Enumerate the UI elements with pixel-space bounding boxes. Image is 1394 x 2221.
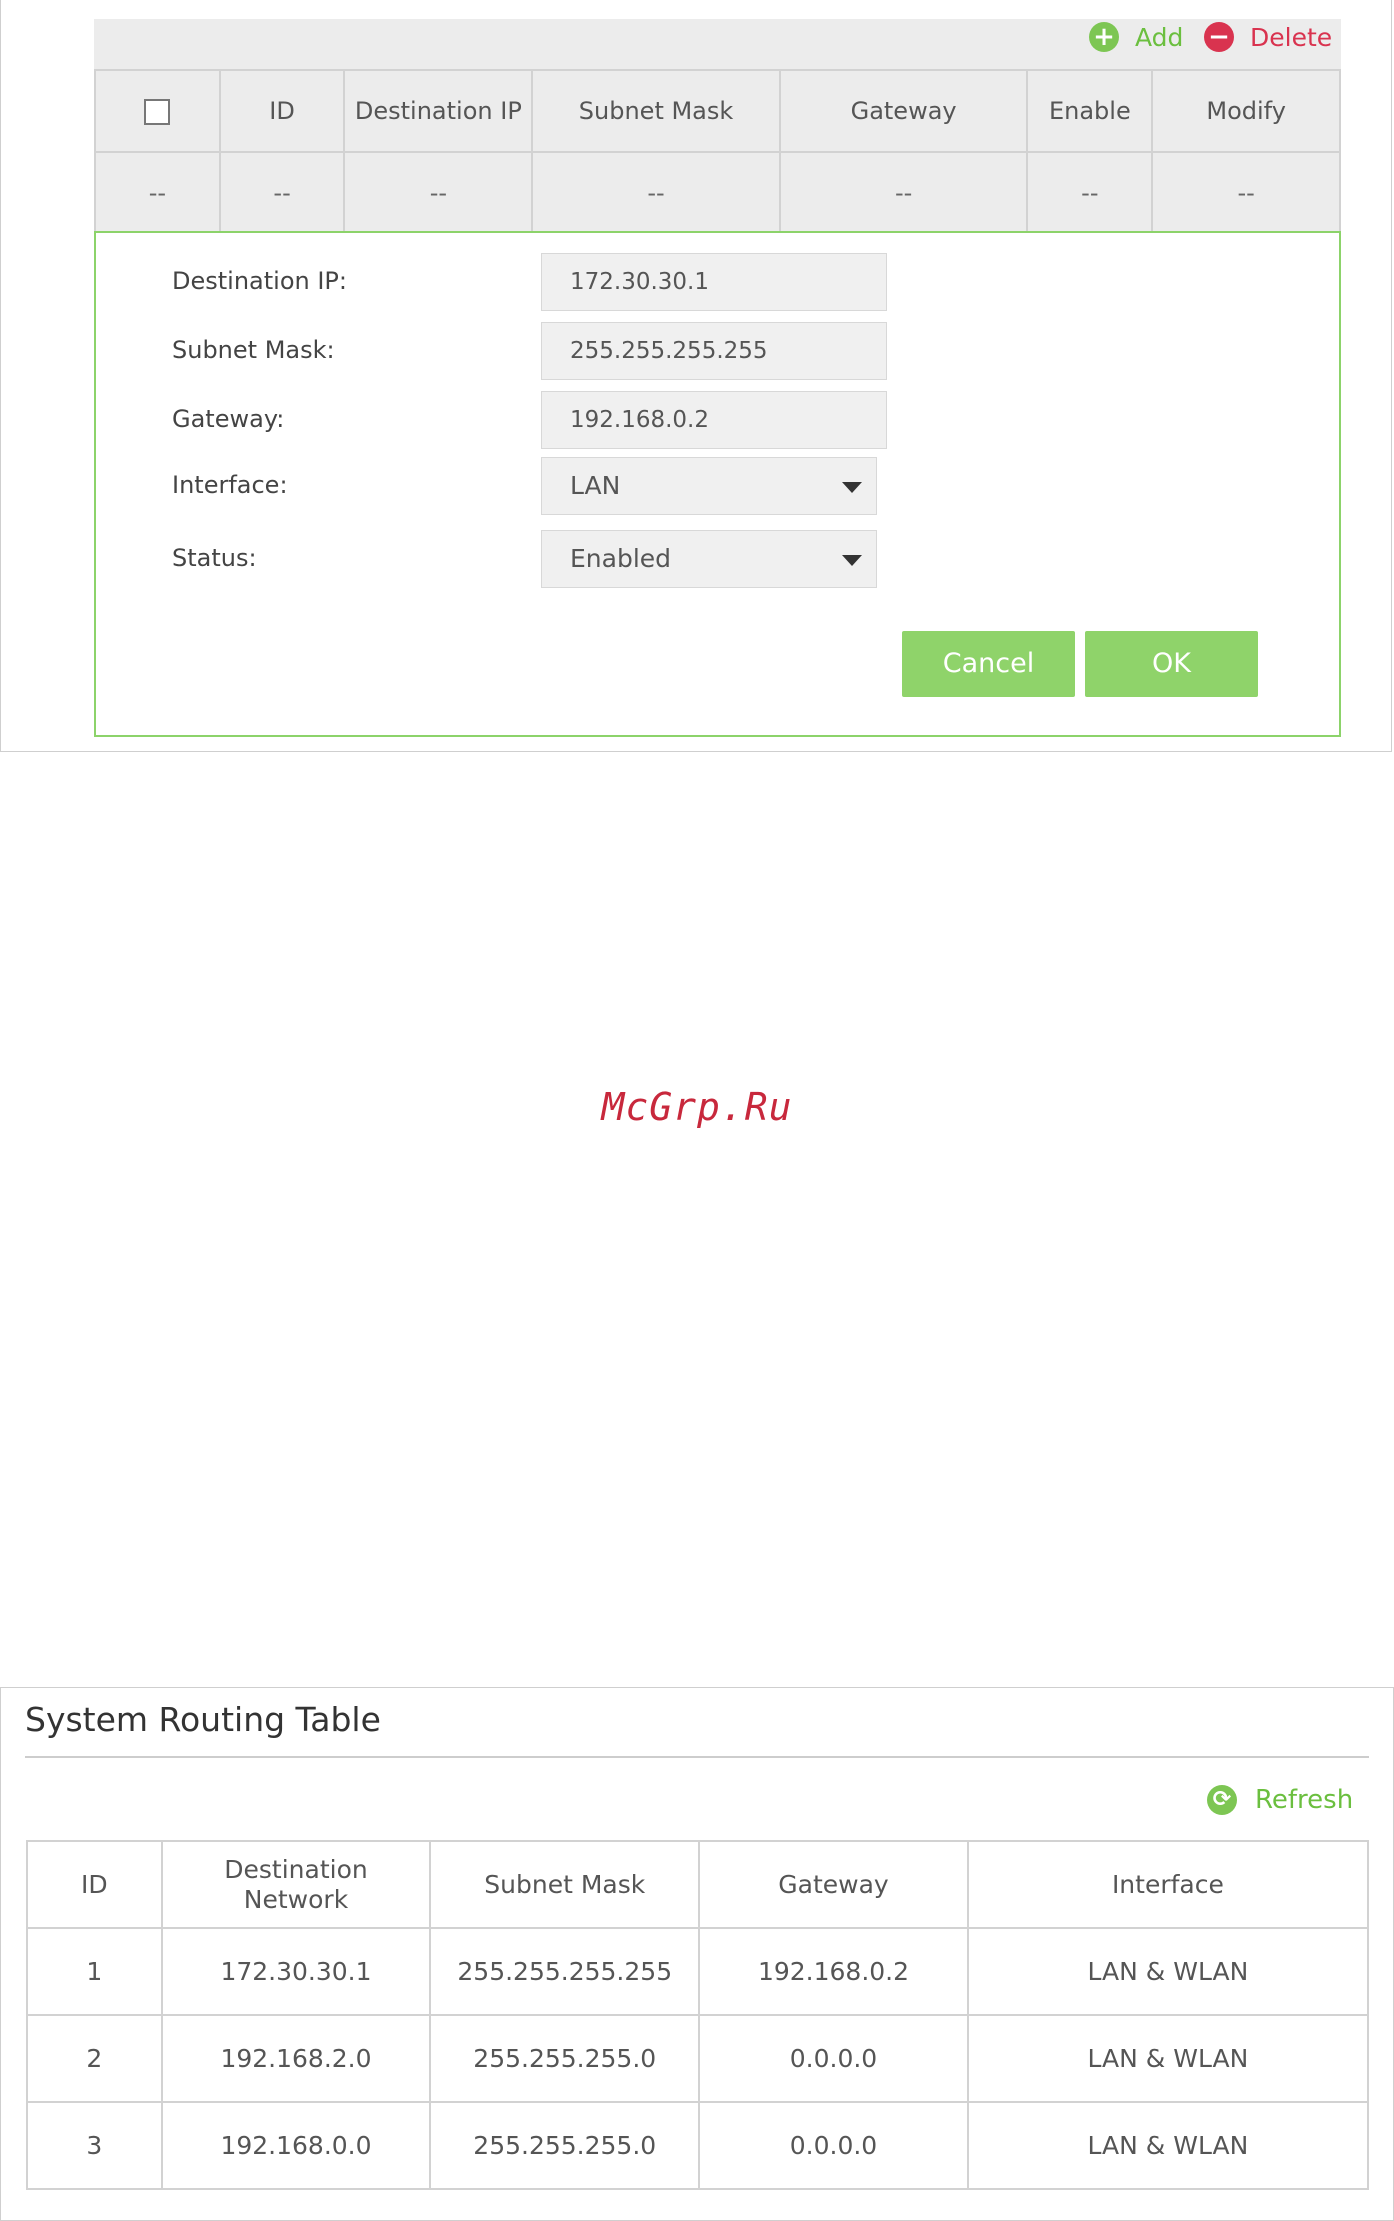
column-header-gateway: Gateway [698,1840,969,1929]
minus-circle-icon: − [1204,22,1234,52]
column-header-destination-network-label: Destination Network [224,1854,368,1914]
destination-ip-field[interactable]: 172.30.30.1 [541,253,887,311]
table-cell: -- [343,151,534,235]
table-row: -- -- -- -- -- -- -- [94,151,1341,235]
table-cell: -- [94,151,221,235]
refresh-icon: ⟳ [1207,1785,1237,1815]
table-cell: 255.255.255.255 [429,1927,701,2016]
status-selected-value: Enabled [570,544,672,573]
gateway-label: Gateway: [172,405,285,433]
panel-title: System Routing Table [25,1700,381,1739]
column-header-modify: Modify [1151,69,1341,153]
table-cell: -- [778,151,1029,235]
table-row: 3 192.168.0.0 255.255.255.0 0.0.0.0 LAN … [26,2101,1370,2190]
column-header-destination-ip: Destination IP [343,69,534,153]
gateway-field[interactable]: 192.168.0.2 [541,391,887,449]
column-header-interface: Interface [966,1840,1370,1929]
subnet-mask-label: Subnet Mask: [172,336,335,364]
table-cell: 0.0.0.0 [698,2101,969,2190]
table-cell: 255.255.255.0 [429,2101,701,2190]
column-header-destination-network: Destination Network [160,1840,432,1929]
table-cell: 192.168.0.0 [160,2101,432,2190]
table-cell: -- [1151,151,1341,235]
refresh-button[interactable]: ⟳ Refresh [1207,1785,1353,1815]
system-routing-panel: System Routing Table ⟳ Refresh ID Destin… [0,1687,1394,2221]
refresh-label: Refresh [1255,1785,1354,1815]
plus-circle-icon: + [1089,22,1119,52]
table-cell: 0.0.0.0 [698,2014,969,2103]
table-header-row: ID Destination IP Subnet Mask Gateway En… [94,69,1341,153]
table-cell: 192.168.0.2 [698,1927,969,2016]
column-header-gateway: Gateway [778,69,1029,153]
interface-select[interactable]: LAN [541,457,877,515]
subnet-mask-field[interactable]: 255.255.255.255 [541,322,887,380]
table-row: 2 192.168.2.0 255.255.255.0 0.0.0.0 LAN … [26,2014,1370,2103]
column-header-enable: Enable [1026,69,1154,153]
destination-ip-label: Destination IP: [172,267,347,295]
status-select[interactable]: Enabled [541,530,877,588]
routing-rules-table: ID Destination IP Subnet Mask Gateway En… [94,69,1341,235]
cancel-button[interactable]: Cancel [902,631,1075,697]
interface-label: Interface: [172,471,288,499]
title-divider [25,1756,1369,1758]
table-cell: -- [218,151,346,235]
watermark-text: McGrp.Ru [601,1085,793,1129]
column-header-subnet-mask: Subnet Mask [429,1840,701,1929]
table-cell: 1 [26,1927,163,2016]
table-cell: LAN & WLAN [966,1927,1370,2016]
system-routing-table: ID Destination Network Subnet Mask Gatew… [26,1840,1370,2190]
table-cell: 192.168.2.0 [160,2014,432,2103]
delete-label: Delete [1250,22,1333,52]
table-cell: LAN & WLAN [966,2101,1370,2190]
table-cell: 2 [26,2014,163,2103]
delete-button[interactable]: − Delete [1204,19,1332,55]
column-header-subnet-mask: Subnet Mask [531,69,781,153]
table-cell: 255.255.255.0 [429,2014,701,2103]
table-header-row: ID Destination Network Subnet Mask Gatew… [26,1840,1370,1929]
route-edit-form: Destination IP: 172.30.30.1 Subnet Mask:… [94,231,1341,737]
add-button[interactable]: + Add [1089,19,1183,55]
routing-rules-section: + Add − Delete ID Destination IP Subnet … [94,19,1341,737]
dropdown-arrow-icon [842,482,862,493]
table-cell: LAN & WLAN [966,2014,1370,2103]
static-routing-panel: + Add − Delete ID Destination IP Subnet … [0,0,1392,752]
status-label: Status: [172,544,257,572]
table-row: 1 172.30.30.1 255.255.255.255 192.168.0.… [26,1927,1370,2016]
column-header-id: ID [26,1840,163,1929]
table-cell: -- [1026,151,1154,235]
select-all-cell [94,69,221,153]
table-cell: 3 [26,2101,163,2190]
table-cell: -- [531,151,781,235]
table-cell: 172.30.30.1 [160,1927,432,2016]
column-header-id: ID [218,69,346,153]
ok-button[interactable]: OK [1085,631,1258,697]
select-all-checkbox[interactable] [144,99,171,125]
add-label: Add [1135,22,1184,52]
interface-selected-value: LAN [570,471,621,500]
dropdown-arrow-icon [842,555,862,566]
